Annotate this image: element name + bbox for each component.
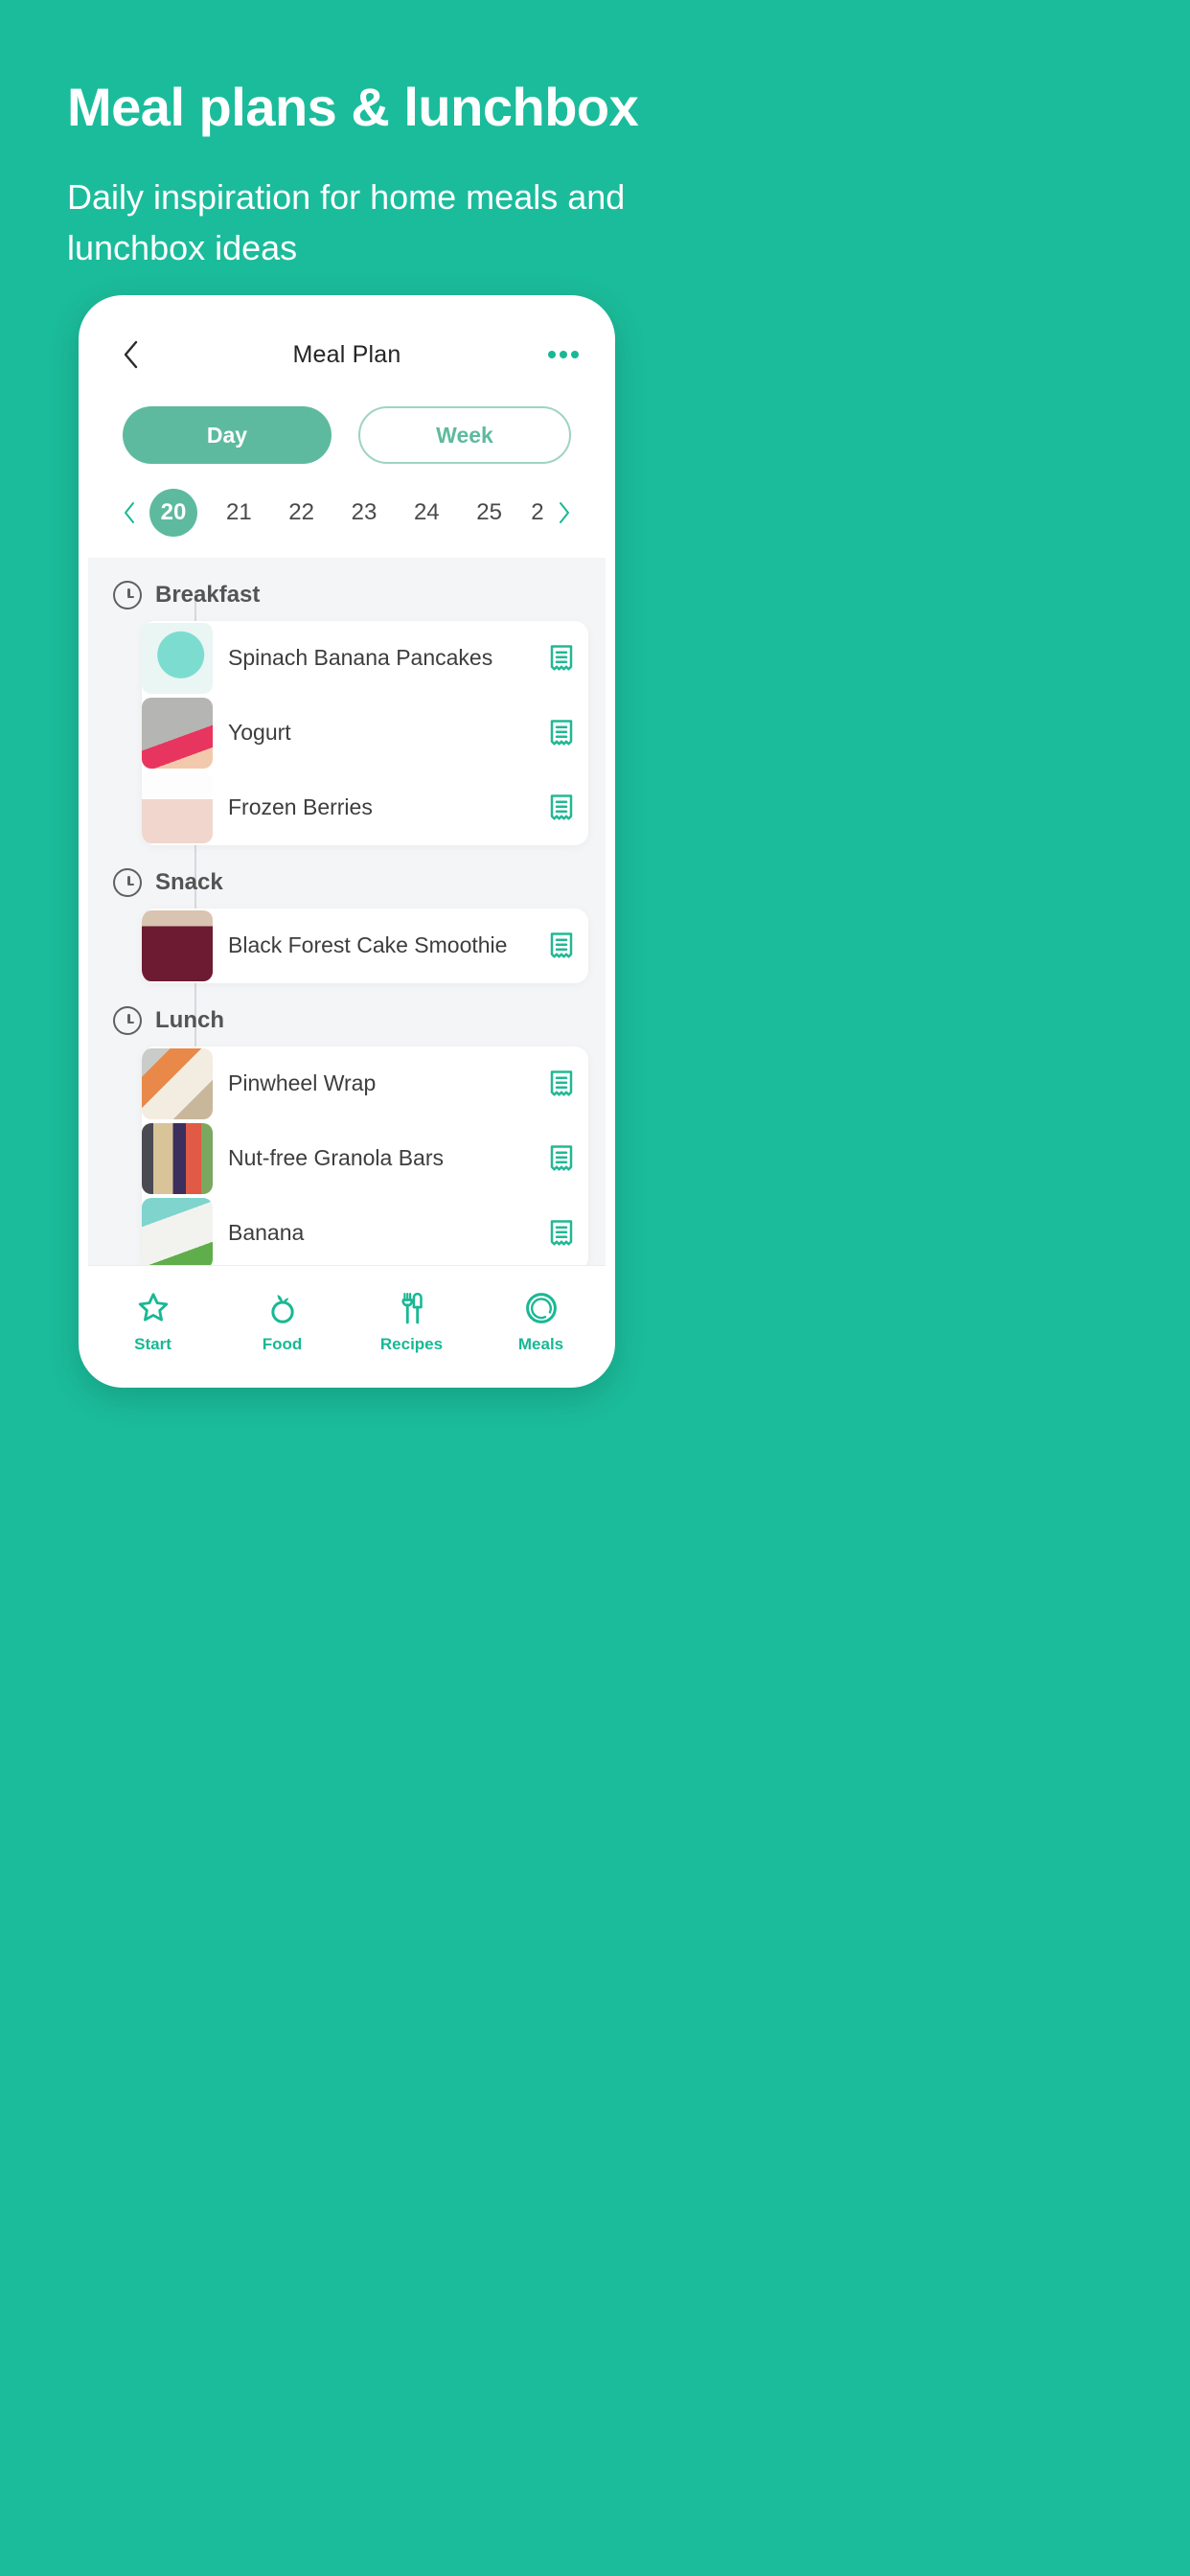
promo-title: Meal plans & lunchbox — [67, 77, 639, 137]
list-item[interactable]: Pinwheel Wrap — [142, 1046, 588, 1121]
list-item[interactable]: Frozen Berries — [142, 770, 588, 845]
phone-mockup: Meal Plan Day Week 20 21 22 23 24 25 2 B… — [79, 295, 615, 1388]
recipe-button[interactable] — [535, 719, 588, 748]
meal-title: Nut-free Granola Bars — [228, 1145, 444, 1171]
date-item[interactable]: 23 — [343, 490, 385, 536]
recipe-button[interactable] — [535, 644, 588, 673]
meal-sections[interactable]: Breakfast Spinach Banana Pancakes Yogurt… — [88, 558, 606, 1265]
meal-thumbnail — [142, 1198, 213, 1265]
date-next-button[interactable] — [550, 501, 579, 524]
section-title: Snack — [155, 869, 223, 895]
date-item[interactable]: 22 — [281, 490, 323, 536]
date-item[interactable]: 24 — [405, 490, 447, 536]
date-list[interactable]: 20 21 22 23 24 25 2 — [144, 489, 550, 537]
list-item[interactable]: Black Forest Cake Smoothie — [142, 908, 588, 983]
tab-label: Start — [134, 1335, 172, 1353]
app-header: Meal Plan — [88, 305, 606, 380]
recipe-icon — [550, 645, 573, 671]
date-item[interactable]: 21 — [217, 490, 260, 536]
recipe-icon — [550, 1220, 573, 1246]
more-horizontal-icon — [560, 351, 567, 358]
recipe-icon — [550, 1070, 573, 1096]
meal-thumbnail — [142, 698, 213, 769]
list-item[interactable]: Spinach Banana Pancakes — [142, 621, 588, 696]
chevron-left-icon — [124, 340, 138, 369]
list-item[interactable]: Nut-free Granola Bars — [142, 1121, 588, 1196]
chevron-right-icon — [560, 502, 569, 523]
more-horizontal-icon — [571, 351, 579, 358]
section-title: Lunch — [155, 1007, 224, 1033]
tab-meals[interactable]: Meals — [476, 1290, 606, 1354]
back-button[interactable] — [109, 334, 151, 376]
meal-title: Banana — [228, 1220, 305, 1246]
recipe-button[interactable] — [535, 794, 588, 822]
section-header-lunch: Lunch — [105, 983, 588, 1046]
meal-thumbnail — [142, 1123, 213, 1194]
meal-thumbnail — [142, 910, 213, 981]
meal-title: Frozen Berries — [228, 794, 373, 820]
meal-thumbnail — [142, 1048, 213, 1119]
star-icon — [138, 1293, 168, 1322]
list-item[interactable]: Banana — [142, 1196, 588, 1265]
date-strip: 20 21 22 23 24 25 2 — [88, 473, 606, 558]
section-header-breakfast: Breakfast — [105, 558, 588, 621]
page-title: Meal Plan — [292, 340, 401, 368]
recipe-button[interactable] — [535, 1070, 588, 1098]
date-item-selected[interactable]: 20 — [149, 489, 197, 537]
chevron-left-icon — [125, 502, 134, 523]
meal-title: Black Forest Cake Smoothie — [228, 932, 508, 958]
date-prev-button[interactable] — [115, 501, 144, 524]
promo-subtitle: Daily inspiration for home meals and lun… — [67, 177, 626, 267]
meal-card: Pinwheel Wrap Nut-free Granola Bars Bana… — [142, 1046, 588, 1265]
meal-title: Spinach Banana Pancakes — [228, 645, 493, 671]
clock-icon — [113, 868, 142, 897]
meal-thumbnail — [142, 623, 213, 694]
recipe-icon — [550, 1145, 573, 1171]
bottom-navigation: Start Food Recipes Meals — [88, 1265, 606, 1378]
more-options-button[interactable] — [542, 334, 584, 376]
tab-label: Recipes — [379, 1335, 444, 1353]
apple-icon — [270, 1295, 294, 1323]
tab-day[interactable]: Day — [123, 406, 332, 464]
recipe-button[interactable] — [535, 1219, 588, 1248]
fork-knife-icon — [400, 1292, 423, 1324]
tab-week[interactable]: Week — [358, 406, 571, 464]
tab-start[interactable]: Start — [88, 1290, 217, 1354]
app-screen: Meal Plan Day Week 20 21 22 23 24 25 2 B… — [88, 305, 606, 1378]
meal-title: Pinwheel Wrap — [228, 1070, 377, 1096]
more-horizontal-icon — [548, 351, 556, 358]
view-toggle: Day Week — [88, 380, 606, 473]
tab-recipes[interactable]: Recipes — [347, 1290, 476, 1354]
date-item[interactable]: 25 — [469, 490, 511, 536]
section-header-snack: Snack — [105, 845, 588, 908]
clock-icon — [113, 581, 142, 610]
tab-label: Meals — [517, 1335, 564, 1353]
recipe-button[interactable] — [535, 1144, 588, 1173]
recipe-button[interactable] — [535, 932, 588, 960]
recipe-icon — [550, 720, 573, 746]
meal-card: Spinach Banana Pancakes Yogurt Frozen Be… — [142, 621, 588, 845]
date-item[interactable]: 2 — [531, 490, 544, 536]
meal-title: Yogurt — [228, 720, 291, 746]
list-item[interactable]: Yogurt — [142, 696, 588, 770]
meal-card: Black Forest Cake Smoothie — [142, 908, 588, 983]
section-title: Breakfast — [155, 582, 261, 608]
promo-header: Meal plans & lunchbox Daily inspiration … — [67, 77, 1121, 273]
recipe-icon — [550, 932, 573, 958]
tab-label: Food — [262, 1335, 303, 1353]
clock-icon — [113, 1006, 142, 1035]
recipe-icon — [550, 794, 573, 820]
plate-icon — [525, 1293, 557, 1323]
meal-thumbnail — [142, 772, 213, 843]
tab-food[interactable]: Food — [217, 1290, 347, 1354]
